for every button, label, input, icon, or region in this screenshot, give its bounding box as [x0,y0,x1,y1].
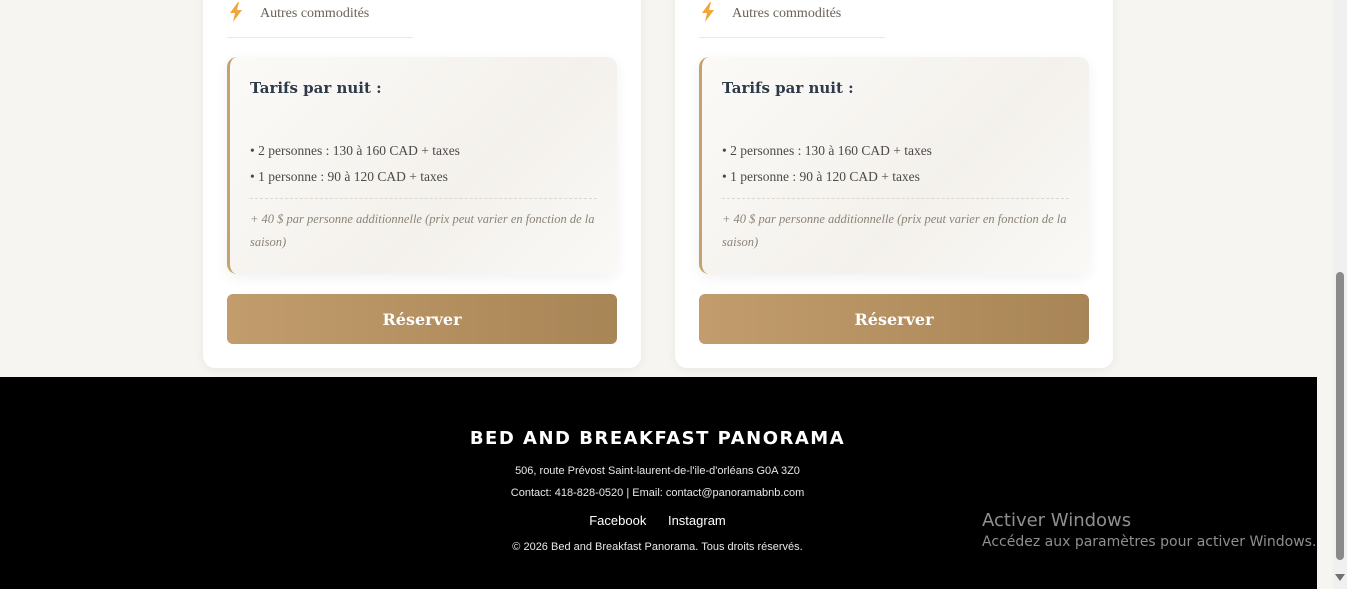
amenity-item: Autres commodités [227,0,413,38]
rates-divider [722,198,1069,199]
amenity-item: Autres commodités [699,0,885,38]
room-card: Autres commodités Tarifs par nuit : • 2 … [203,0,641,368]
instagram-link[interactable]: Instagram [668,513,726,528]
rate-line-two-people: • 2 personnes : 130 à 160 CAD + taxes [722,143,932,158]
room-card: Autres commodités Tarifs par nuit : • 2 … [675,0,1113,368]
footer-address: 506, route Prévost Saint-laurent-de-l'il… [515,465,800,477]
rates-divider [250,198,597,199]
windows-activation-watermark: Activer Windows Accédez aux paramètres p… [982,510,1316,550]
reserve-button[interactable]: Réserver [699,294,1089,344]
rates-note: + 40 $ par personne additionnelle (prix … [722,212,1067,249]
rates-title: Tarifs par nuit : [250,79,382,97]
page: Autres commodités Tarifs par nuit : • 2 … [0,0,1333,589]
amenity-label: Autres commodités [260,6,370,21]
lightning-icon [702,2,714,22]
site-footer: BED AND BREAKFAST PANORAMA 506, route Pr… [0,377,1317,589]
vertical-scrollbar[interactable] [1333,0,1347,589]
reserve-button[interactable]: Réserver [227,294,617,344]
rates-note: + 40 $ par personne additionnelle (prix … [250,212,595,249]
rate-line-two-people: • 2 personnes : 130 à 160 CAD + taxes [250,143,460,158]
rates-title: Tarifs par nuit : [722,79,854,97]
amenity-label: Autres commodités [732,6,842,21]
lightning-icon [230,2,242,22]
scroll-down-arrow-icon[interactable] [1335,574,1345,581]
footer-brand: BED AND BREAKFAST PANORAMA [469,428,846,449]
rates-box: Tarifs par nuit : • 2 personnes : 130 à … [227,57,617,274]
activation-title: Activer Windows [982,510,1132,531]
activation-subtitle: Accédez aux paramètres pour activer Wind… [982,534,1317,550]
scrollbar-thumb[interactable] [1336,272,1344,560]
facebook-link[interactable]: Facebook [589,513,646,528]
rates-box: Tarifs par nuit : • 2 personnes : 130 à … [699,57,1089,274]
rate-line-one-person: • 1 personne : 90 à 120 CAD + taxes [722,169,920,184]
footer-contact: Contact: 418-828-0520 | Email: contact@p… [510,487,805,499]
rate-line-one-person: • 1 personne : 90 à 120 CAD + taxes [250,169,448,184]
